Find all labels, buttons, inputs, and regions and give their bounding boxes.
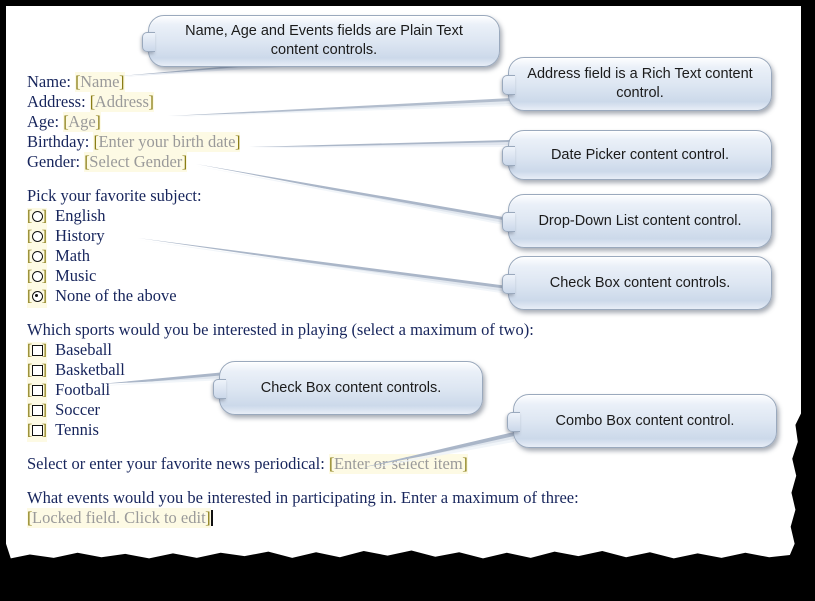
- screenshot-root: Name, Age and Events fields are Plain Te…: [0, 0, 815, 601]
- content-control-placeholder: Address: [94, 92, 149, 111]
- callout-date-picker[interactable]: Date Picker content control.: [502, 130, 772, 180]
- option-label: Football: [55, 380, 111, 399]
- field-label: Age:: [27, 112, 60, 131]
- callout-tail-icon: [213, 379, 226, 399]
- option-label: Math: [55, 246, 90, 265]
- option-label: Music: [55, 266, 97, 285]
- content-control-placeholder: Locked field. Click to edit: [32, 508, 206, 527]
- option-label: Baseball: [55, 340, 112, 359]
- events-row: Locked field. Click to edit: [27, 508, 647, 528]
- callout-plain-text[interactable]: Name, Age and Events fields are Plain Te…: [142, 15, 500, 67]
- checkbox-icon[interactable]: [32, 385, 43, 396]
- checkbox-icon[interactable]: [32, 405, 43, 416]
- radio-button-icon[interactable]: [32, 211, 43, 222]
- content-control-placeholder: Name: [80, 72, 120, 91]
- periodical-row: Select or enter your favorite news perio…: [27, 454, 647, 474]
- callout-rich-text[interactable]: Address field is a Rich Text content con…: [502, 57, 772, 111]
- content-control-checkbox[interactable]: [27, 421, 47, 442]
- periodical-prompt: Select or enter your favorite news perio…: [27, 454, 325, 473]
- checkbox-icon[interactable]: [32, 425, 43, 436]
- option-label: History: [55, 226, 105, 245]
- content-control-age[interactable]: Age: [63, 112, 101, 132]
- content-control-name[interactable]: Name: [75, 72, 125, 92]
- callout-text: Check Box content controls.: [260, 379, 442, 396]
- checkbox-option-baseball[interactable]: Baseball: [27, 340, 647, 362]
- callout-combo-box[interactable]: Combo Box content control.: [507, 394, 777, 448]
- sports-prompt: Which sports would you be interested in …: [27, 320, 534, 339]
- content-control-radio[interactable]: [27, 247, 47, 268]
- content-control-checkbox[interactable]: [27, 381, 47, 402]
- callout-drop-down[interactable]: Drop-Down List content control.: [502, 194, 772, 248]
- radio-button-icon[interactable]: [32, 271, 43, 282]
- content-control-checkbox[interactable]: [27, 361, 47, 382]
- callout-text: Address field is a Rich Text content con…: [527, 66, 753, 101]
- option-label: Tennis: [55, 420, 99, 439]
- callout-tail-icon: [507, 412, 520, 432]
- content-control-placeholder: Enter your birth date: [98, 132, 236, 151]
- content-control-placeholder: Enter or select item: [333, 454, 463, 473]
- events-prompt: What events would you be interested in p…: [27, 488, 579, 507]
- callout-check-box-mid[interactable]: Check Box content controls.: [213, 361, 483, 415]
- content-control-events[interactable]: Locked field. Click to edit: [27, 508, 211, 528]
- content-control-address[interactable]: Address: [89, 92, 154, 112]
- callout-text: Check Box content controls.: [549, 274, 731, 291]
- callout-text: Date Picker content control.: [550, 146, 730, 163]
- callout-text: Drop-Down List content control.: [538, 212, 742, 229]
- callout-tail-icon: [502, 274, 515, 294]
- checkbox-icon[interactable]: [32, 345, 43, 356]
- radio-button-icon[interactable]: [32, 231, 43, 242]
- field-row-age: Age: Age: [27, 112, 647, 132]
- radio-button-selected-icon[interactable]: [32, 291, 43, 302]
- content-control-checkbox[interactable]: [27, 341, 47, 362]
- callout-check-box-right[interactable]: Check Box content controls.: [502, 256, 772, 310]
- content-control-radio[interactable]: [27, 227, 47, 248]
- field-label: Birthday:: [27, 132, 90, 151]
- callout-tail-icon: [502, 75, 515, 95]
- content-control-placeholder: Age: [68, 112, 96, 131]
- callout-tail-icon: [142, 32, 155, 52]
- callout-text: Combo Box content control.: [555, 412, 735, 429]
- content-control-radio[interactable]: [27, 267, 47, 288]
- option-label: Soccer: [55, 400, 101, 419]
- content-control-gender[interactable]: Select Gender: [84, 152, 188, 172]
- callout-tail-icon: [502, 212, 515, 232]
- radio-button-icon[interactable]: [32, 251, 43, 262]
- callout-tail-icon: [502, 146, 515, 166]
- field-label: Gender:: [27, 152, 81, 171]
- option-label: English: [55, 206, 106, 225]
- content-control-radio[interactable]: [27, 287, 47, 308]
- content-control-placeholder: Select Gender: [89, 152, 183, 171]
- option-label: Basketball: [55, 360, 125, 379]
- field-label: Address:: [27, 92, 86, 111]
- content-control-birthday[interactable]: Enter your birth date: [93, 132, 241, 152]
- content-control-radio[interactable]: [27, 207, 47, 228]
- checkbox-icon[interactable]: [32, 365, 43, 376]
- content-control-checkbox[interactable]: [27, 401, 47, 422]
- field-label: Name:: [27, 72, 71, 91]
- content-control-periodical[interactable]: Enter or select item: [328, 454, 468, 474]
- option-label: None of the above: [55, 286, 177, 305]
- callout-text: Name, Age and Events fields are Plain Te…: [185, 23, 463, 58]
